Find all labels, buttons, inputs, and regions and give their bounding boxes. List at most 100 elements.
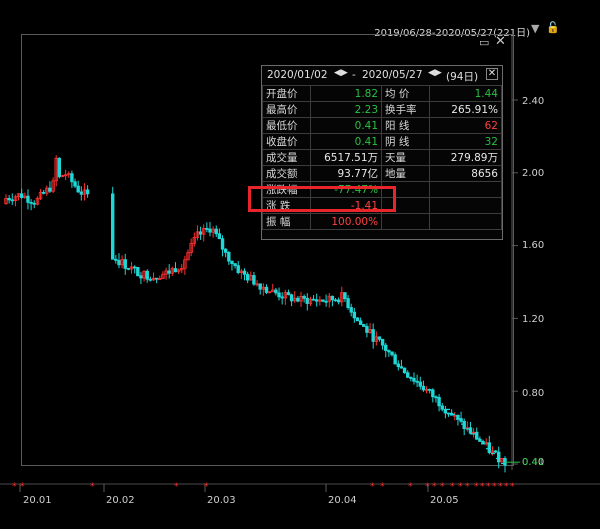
stat-value [428, 213, 503, 230]
candle-body [336, 299, 341, 303]
stat-label: 成交量 [262, 149, 311, 166]
stat-value: 6517.51万 [309, 149, 383, 166]
panel-header: 2020/01/02 ◀▶ - 2020/05/27 ◀▶ (94日) ✕ [262, 66, 502, 84]
candle-body [396, 363, 400, 368]
candle-body [274, 289, 278, 294]
stat-value: 1.44 [428, 85, 503, 102]
stat-label: 均 价 [381, 85, 430, 102]
candle-body [29, 201, 33, 204]
stats-row: 最低价 0.41 阳 线 62 [262, 117, 503, 134]
candle-body [10, 199, 14, 202]
stat-value [428, 197, 503, 214]
stats-row: 收盘价 0.41 阴 线 32 [262, 133, 503, 150]
candle-body [277, 292, 281, 298]
candle-body [145, 270, 149, 280]
stat-value: 62 [428, 117, 503, 134]
stat-value: 2.23 [309, 101, 383, 118]
signal-star-icon: * [174, 482, 179, 492]
candle-body [264, 286, 269, 293]
candle-body [233, 263, 237, 267]
candle-body [223, 248, 228, 253]
candle-body [111, 193, 115, 260]
candle-body [85, 189, 90, 195]
candle-body [289, 294, 294, 302]
candle-body [258, 283, 262, 290]
candle-body [48, 187, 52, 192]
signal-star-icon: * [450, 482, 455, 492]
interval-stats-panel: 2020/01/02 ◀▶ - 2020/05/27 ◀▶ (94日) ✕ 开盘… [261, 65, 503, 240]
candle-body [26, 195, 30, 203]
candle-body [387, 350, 391, 353]
stat-label [381, 213, 430, 230]
candle-body [333, 299, 338, 302]
y-tick-label: 1.20 [522, 314, 545, 325]
candle-body [377, 336, 382, 340]
end-date[interactable]: 2020/05/27 [362, 69, 423, 81]
candle-body [126, 267, 131, 270]
stat-label: 换手率 [381, 101, 430, 118]
signal-star-icon: * [90, 482, 95, 492]
candle-body [305, 297, 309, 304]
candle-body [330, 295, 335, 301]
y-tick-label: 2.00 [522, 168, 545, 179]
candle-body [114, 258, 118, 261]
date-separator: - [352, 69, 356, 81]
start-date[interactable]: 2020/01/02 [267, 69, 328, 81]
candle-body [302, 295, 306, 299]
signal-star-icon: * [380, 482, 385, 492]
candle-body [440, 405, 444, 410]
candle-body [242, 270, 247, 275]
candle-body [343, 292, 347, 299]
candle-body [314, 299, 319, 302]
signal-star-icon: * [486, 482, 491, 492]
candle-body [154, 277, 159, 280]
stat-value: 0.41 [309, 133, 383, 150]
signal-star-icon: * [498, 482, 503, 492]
stat-value: 279.89万 [428, 149, 503, 166]
candle-body [148, 278, 153, 281]
signal-star-icon: * [465, 482, 470, 492]
candle-body [76, 185, 80, 193]
candle-body [70, 173, 74, 183]
candle-body [355, 317, 360, 322]
candle-body [437, 396, 441, 407]
stat-value: 8656 [428, 165, 503, 182]
candle-body [365, 326, 369, 333]
panel-close-icon[interactable]: ✕ [486, 68, 498, 80]
signal-markers-row: * * * * * * * * * * * * * * * * * * * * * [0, 482, 600, 494]
stat-label: 阴 线 [381, 133, 430, 150]
candle-body [321, 299, 325, 302]
candle-body [399, 366, 404, 369]
x-tick-label: 20.03 [207, 495, 236, 506]
candle-body [352, 311, 357, 319]
candle-body [227, 251, 231, 262]
candle-body [252, 275, 256, 285]
x-tick-label: 20.04 [328, 495, 357, 506]
signal-star-icon: * [12, 482, 17, 492]
candle-body [117, 259, 121, 266]
candle-body [32, 202, 36, 205]
candle-body [493, 450, 498, 453]
stat-label: 成交额 [262, 165, 311, 182]
candle-body [402, 367, 407, 374]
candle-body [478, 438, 482, 442]
stat-value: 0.41 [309, 117, 383, 134]
candle-body [230, 260, 234, 264]
candle-body [446, 412, 451, 415]
candle-body [358, 320, 363, 325]
candle-body [434, 396, 438, 399]
candle-body [456, 414, 460, 419]
signal-star-icon: * [480, 482, 485, 492]
signal-star-icon: * [20, 482, 25, 492]
signal-star-icon: * [492, 482, 497, 492]
candle-body [324, 300, 328, 303]
candle-body [73, 181, 77, 187]
candle-body [497, 451, 501, 463]
adjust-end-icon[interactable]: ◀▶ [428, 68, 442, 78]
highlight-box [248, 186, 396, 212]
candle-body [217, 233, 222, 240]
stats-row: 成交量 6517.51万 天量 279.89万 [262, 149, 503, 166]
candle-body [415, 380, 419, 383]
adjust-start-icon[interactable]: ◀▶ [334, 68, 348, 78]
candle-body [384, 344, 388, 351]
